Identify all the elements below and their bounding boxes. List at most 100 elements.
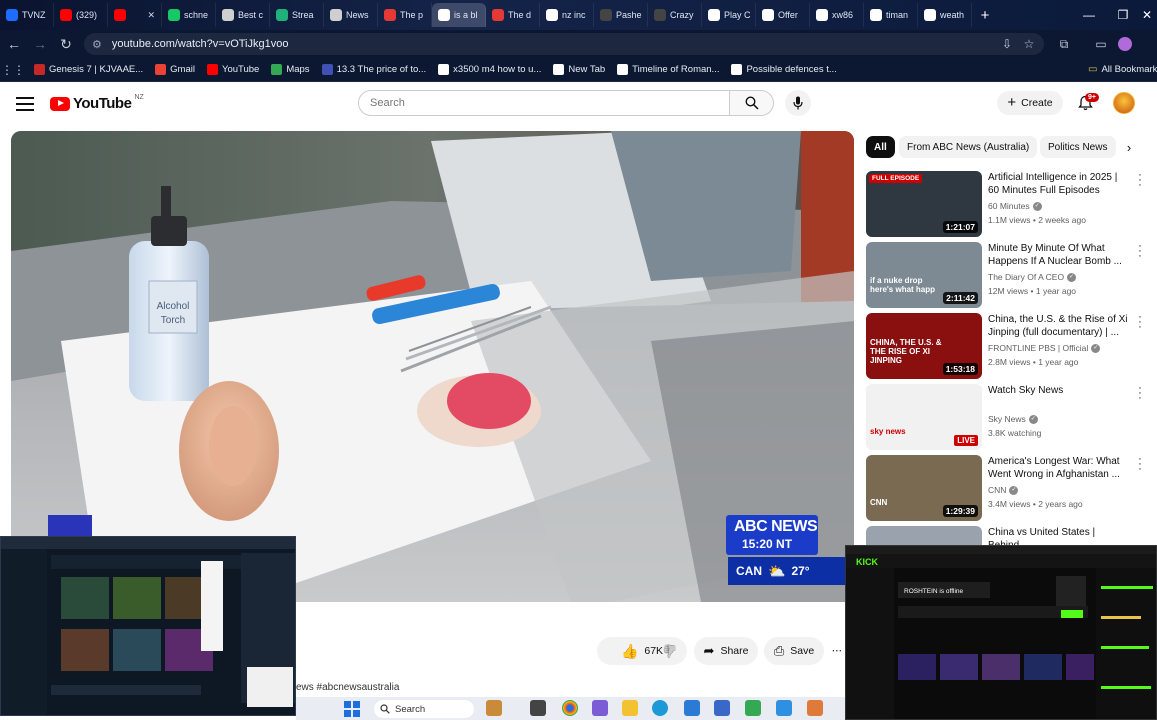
chevron-right-icon[interactable]: › <box>1120 138 1138 156</box>
install-app-icon[interactable]: ⇩ <box>996 33 1018 55</box>
menu-icon[interactable] <box>16 95 34 113</box>
video-title[interactable]: Artificial Intelligence in 2025 | 60 Min… <box>988 171 1128 197</box>
browser-tab[interactable]: Play C <box>702 3 756 27</box>
browser-tab[interactable]: Pashe <box>594 3 648 27</box>
close-tab-icon[interactable]: ✕ <box>147 10 155 21</box>
recommended-video[interactable]: if a nuke drop here's what happ 2:11:42 Mi… <box>866 241 1148 308</box>
create-button[interactable]: + Create <box>997 91 1063 115</box>
browser-tab[interactable]: The d <box>486 3 540 27</box>
recommended-video[interactable]: CHINA, THE U.S. & THE RISE OF XI JINPING… <box>866 312 1148 379</box>
video-thumbnail[interactable]: FULL EPISODE 1:21:07 <box>866 171 982 237</box>
browser-tab[interactable]: weath <box>918 3 972 27</box>
video-description-hashtags[interactable]: ews #abcnewsaustralia <box>296 682 399 693</box>
video-title[interactable]: China, the U.S. & the Rise of Xi Jinping… <box>988 313 1128 339</box>
bookmark-item[interactable]: YouTube <box>206 64 259 75</box>
video-thumbnail[interactable]: CHINA, THE U.S. & THE RISE OF XI JINPING… <box>866 313 982 379</box>
more-options-icon[interactable]: · · · <box>1136 170 1144 191</box>
voice-search-button[interactable] <box>785 90 811 116</box>
bookmark-item[interactable]: Maps <box>271 64 310 75</box>
telegram-icon[interactable] <box>776 700 792 716</box>
browser-tab[interactable]: nz inc <box>540 3 594 27</box>
video-thumbnail[interactable]: CNN 1:29:39 <box>866 455 982 521</box>
browser-tab[interactable]: xw86 <box>810 3 864 27</box>
browser-tab[interactable]: schne <box>162 3 216 27</box>
browser-tab[interactable]: TVNZ <box>0 3 54 27</box>
profile-icon[interactable] <box>1114 33 1136 55</box>
browser-tab[interactable]: Offer <box>756 3 810 27</box>
site-info-icon[interactable]: ⚙ <box>92 38 102 51</box>
mail-icon[interactable] <box>684 700 700 716</box>
copilot-icon[interactable] <box>592 700 608 716</box>
apps-grid-icon[interactable]: ⋮⋮ <box>0 63 26 77</box>
video-title[interactable]: Minute By Minute Of What Happens If A Nu… <box>988 242 1128 268</box>
minimize-button[interactable]: — <box>1072 0 1106 30</box>
more-actions-button[interactable]: ⋯ <box>830 637 844 665</box>
browser-tab[interactable]: ✕ <box>108 3 162 27</box>
browser-tab[interactable]: Crazy <box>648 3 702 27</box>
terminal-icon[interactable] <box>530 700 546 716</box>
bookmark-star-icon[interactable]: ☆ <box>1018 33 1040 55</box>
more-options-icon[interactable]: · · · <box>1136 383 1144 404</box>
channel-name[interactable]: The Diary Of A CEO ✓ <box>988 272 1077 282</box>
bookmark-item[interactable]: Genesis 7 | KJVAAE... <box>34 64 143 75</box>
new-tab-button[interactable]: + <box>972 7 998 24</box>
sidepanel-icon[interactable]: ▭ <box>1090 33 1112 55</box>
taskbar-search[interactable]: Search <box>374 700 474 718</box>
browser-tab[interactable]: The p <box>378 3 432 27</box>
back-button[interactable]: ← <box>2 32 26 56</box>
chip-politics-news[interactable]: Politics News <box>1040 136 1116 158</box>
reload-button[interactable]: ↻ <box>54 32 78 56</box>
close-window-button[interactable]: ✕ <box>1130 0 1157 30</box>
bookmark-item[interactable]: Timeline of Roman... <box>617 64 719 75</box>
youtube-logo[interactable]: YouTube NZ <box>50 94 144 112</box>
edge-icon[interactable] <box>652 700 668 716</box>
more-options-icon[interactable]: · · · <box>1136 241 1144 262</box>
browser-tab[interactable]: is a bl <box>432 3 486 27</box>
windows-start-icon[interactable] <box>344 701 360 717</box>
bookmark-item[interactable]: 13.3 The price of to... <box>321 64 426 75</box>
search-button[interactable] <box>730 90 774 116</box>
bookmark-item[interactable]: Gmail <box>155 64 195 75</box>
channel-name[interactable]: CNN ✓ <box>988 485 1019 495</box>
bookmark-item[interactable]: Possible defences t... <box>731 64 837 75</box>
chrome-icon[interactable] <box>562 700 578 716</box>
video-thumbnail[interactable]: sky news LIVE <box>866 384 982 450</box>
search-input[interactable]: Search <box>358 90 730 116</box>
bookmark-item[interactable]: New Tab <box>553 64 605 75</box>
all-bookmarks[interactable]: ▭ All Bookmarks <box>1088 64 1157 75</box>
more-options-icon[interactable]: · · · <box>1136 312 1144 333</box>
user-avatar[interactable] <box>1113 92 1135 114</box>
more-options-icon[interactable]: · · · <box>1136 454 1144 475</box>
file-explorer-icon[interactable] <box>622 700 638 716</box>
save-button[interactable]: ⎙ Save <box>764 637 824 665</box>
chip-from-abc-news[interactable]: From ABC News (Australia) <box>899 136 1038 158</box>
kick-stream-window[interactable]: KICK ROSHTEIN is offline <box>845 545 1157 720</box>
channel-name[interactable]: 60 Minutes ✓ <box>988 201 1042 211</box>
forward-button[interactable]: → <box>28 32 52 56</box>
video-thumbnail[interactable]: if a nuke drop here's what happ 2:11:42 <box>866 242 982 308</box>
chip-all[interactable]: All <box>866 136 895 158</box>
casino-lobby-window[interactable] <box>0 536 296 716</box>
browser-tab[interactable]: News <box>324 3 378 27</box>
browser-tab[interactable]: (329) <box>54 3 108 27</box>
video-meta: 12M views • 1 year ago <box>988 286 1077 296</box>
recommended-video[interactable]: FULL EPISODE 1:21:07 Artificial Intelligen… <box>866 170 1148 237</box>
video-title[interactable]: America's Longest War: What Went Wrong i… <box>988 455 1128 481</box>
extensions-icon[interactable]: ⧉ <box>1053 33 1075 55</box>
address-bar[interactable]: ⚙ youtube.com/watch?v=vOTiJkg1voo <box>84 33 1044 55</box>
browser-tab[interactable]: Best c <box>216 3 270 27</box>
store-icon[interactable] <box>714 700 730 716</box>
browser-tab[interactable]: Strea <box>270 3 324 27</box>
recommended-video[interactable]: sky news LIVE Watch Sky News Sky News ✓ 3.8K … <box>866 383 1148 450</box>
dislike-button[interactable]: 👍 <box>652 637 688 665</box>
recommended-video[interactable]: CNN 1:29:39 America's Longest War: What We… <box>866 454 1148 521</box>
browser-tab[interactable]: timan <box>864 3 918 27</box>
share-button[interactable]: ➦ Share <box>694 637 758 665</box>
app-icon-2[interactable] <box>807 700 823 716</box>
video-title[interactable]: Watch Sky News <box>988 384 1128 397</box>
channel-name[interactable]: FRONTLINE PBS | Official ✓ <box>988 343 1101 353</box>
app-icon[interactable] <box>745 700 761 716</box>
channel-name[interactable]: Sky News ✓ <box>988 414 1038 424</box>
bookmark-item[interactable]: x3500 m4 how to u... <box>438 64 541 75</box>
task-view-icon[interactable] <box>486 700 502 716</box>
